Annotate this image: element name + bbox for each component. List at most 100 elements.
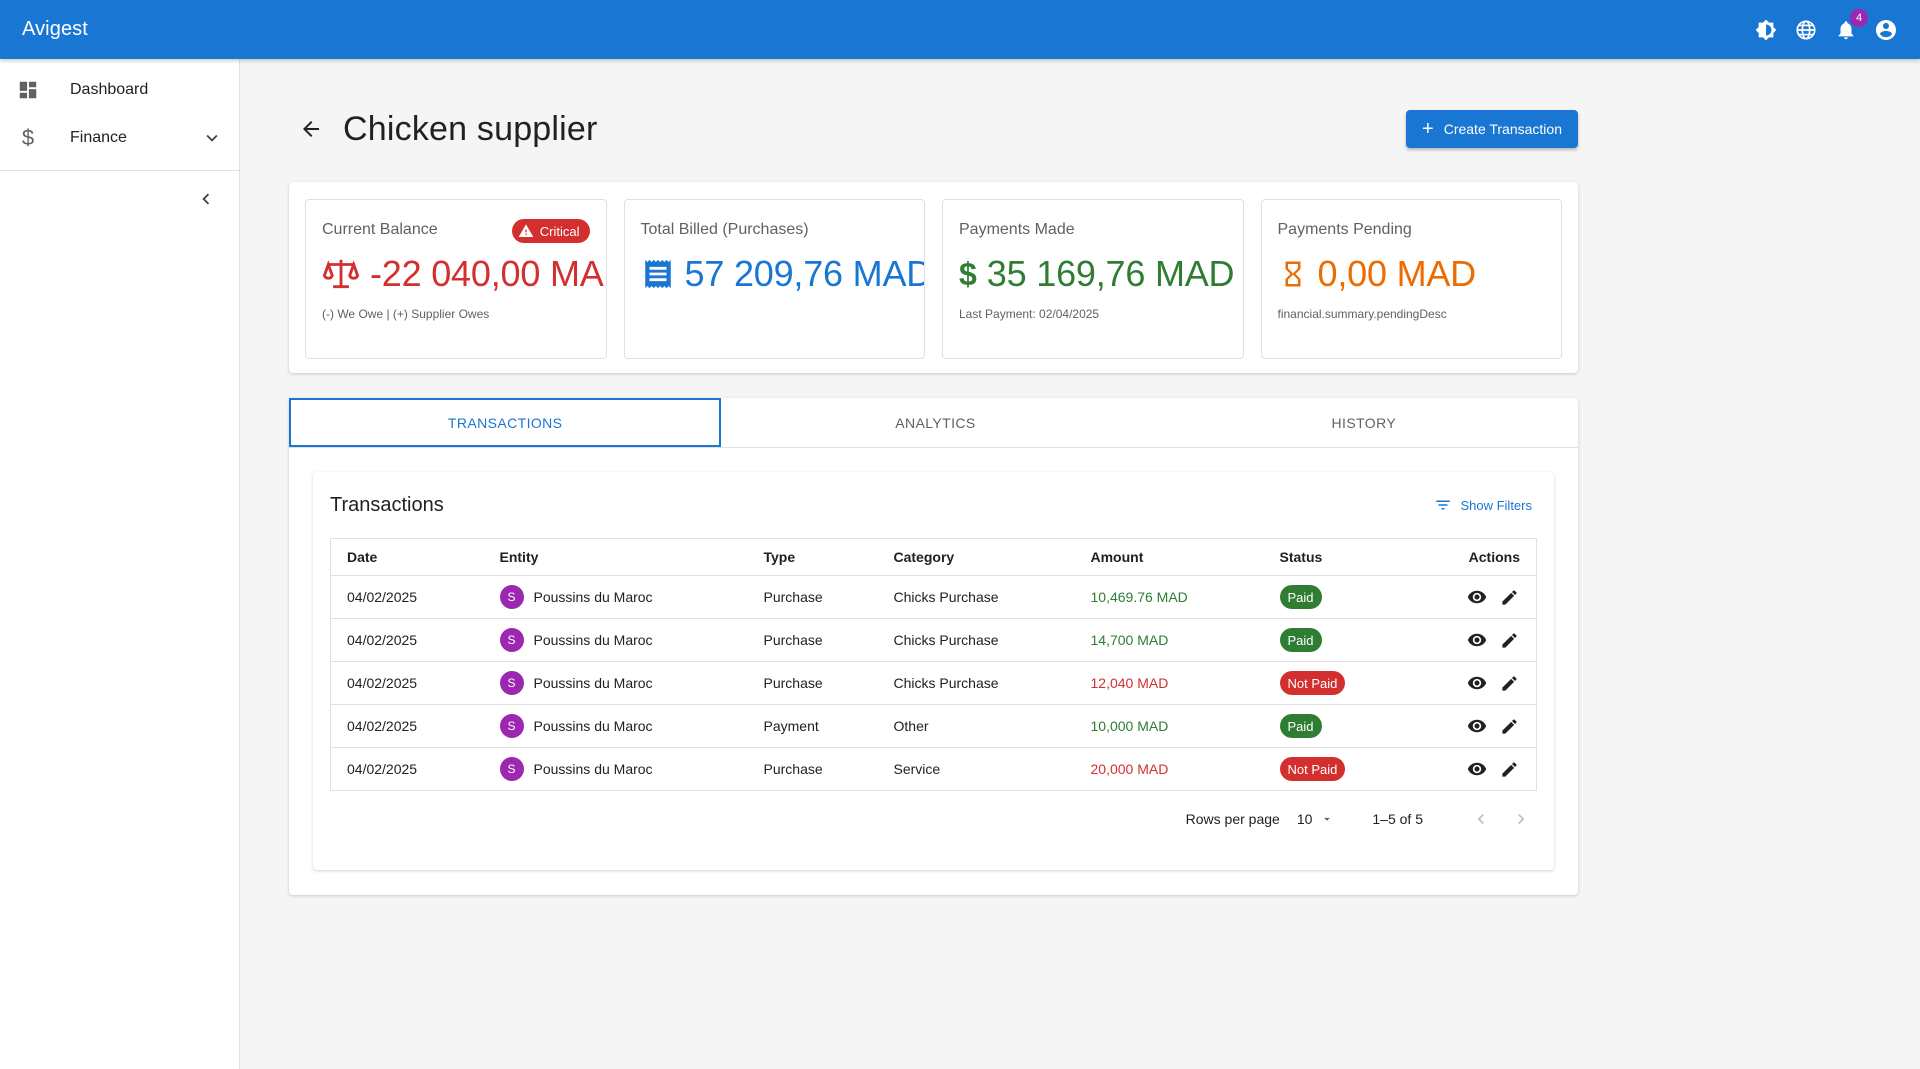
view-eye-icon[interactable]: [1466, 586, 1488, 608]
page-title: Chicken supplier: [343, 109, 598, 148]
payments-pending-card: Payments Pending 0,00 MAD financial.summ…: [1260, 199, 1562, 359]
balance-legend: (-) We Owe | (+) Supplier Owes: [322, 307, 490, 321]
cell-status: Paid: [1263, 704, 1404, 748]
edit-pencil-icon[interactable]: [1498, 715, 1520, 737]
cell-actions: [1403, 704, 1537, 748]
brightness-icon[interactable]: [1754, 18, 1778, 42]
tabs-panel: TRANSACTIONS ANALYTICS HISTORY Transacti…: [289, 398, 1578, 895]
back-arrow-icon[interactable]: [293, 111, 329, 147]
status-badge: Paid: [1279, 585, 1322, 609]
entity-name: Poussins du Maroc: [533, 632, 653, 648]
view-eye-icon[interactable]: [1466, 629, 1488, 651]
status-badge: Paid: [1279, 628, 1322, 652]
entity-name: Poussins du Maroc: [533, 675, 653, 691]
table-row[interactable]: 04/02/2025 S Poussins du Maroc Purchase C…: [330, 575, 1537, 619]
chevron-down-icon[interactable]: [201, 127, 223, 149]
table-row[interactable]: 04/02/2025 S Poussins du Maroc Payment Ot…: [330, 704, 1537, 748]
rows-per-page-select[interactable]: 10: [1297, 811, 1335, 827]
avatar: S: [499, 757, 524, 781]
avatar: S: [499, 585, 524, 609]
table-header-row: Date Entity Type Category Amount Status …: [330, 538, 1537, 576]
column-header-date[interactable]: Date: [330, 538, 484, 576]
tab-history[interactable]: HISTORY: [1150, 398, 1578, 447]
language-globe-icon[interactable]: [1794, 18, 1818, 42]
critical-label: Critical: [539, 223, 580, 239]
cell-entity: S Poussins du Maroc: [483, 618, 748, 662]
tab-transactions[interactable]: TRANSACTIONS: [289, 398, 722, 447]
sidebar-item-finance[interactable]: $ Finance: [0, 114, 239, 162]
dollar-icon: $: [21, 125, 35, 150]
collapse-sidebar-button[interactable]: [0, 171, 239, 227]
card-value-row: $ 35 169,76 MAD: [959, 253, 1235, 295]
edit-pencil-icon[interactable]: [1498, 629, 1520, 651]
cell-actions: [1403, 661, 1537, 705]
table-row[interactable]: 04/02/2025 S Poussins du Maroc Purchase C…: [330, 618, 1537, 662]
page-header: Chicken supplier + Create Transaction: [289, 109, 1578, 148]
next-page-icon[interactable]: [1505, 803, 1537, 835]
column-header-category[interactable]: Category: [877, 538, 1075, 576]
dropdown-arrow-icon: [1320, 812, 1334, 826]
cell-status: Not Paid: [1263, 661, 1404, 705]
cell-entity: S Poussins du Maroc: [483, 575, 748, 619]
payments-made-card: Payments Made $ 35 169,76 MAD Last Payme…: [942, 199, 1244, 359]
cell-amount: 10,000 MAD: [1074, 704, 1264, 748]
column-header-amount[interactable]: Amount: [1074, 538, 1264, 576]
transactions-table: Date Entity Type Category Amount Status …: [330, 538, 1537, 791]
tab-analytics[interactable]: ANALYTICS: [721, 398, 1149, 447]
total-billed-card: Total Billed (Purchases) 57 209,76 MAD: [623, 199, 925, 359]
sidebar-item-dashboard[interactable]: Dashboard: [0, 66, 239, 114]
notifications-bell-icon[interactable]: 4: [1834, 8, 1868, 42]
card-value-row: 57 209,76 MAD: [641, 253, 924, 295]
status-badge: Not Paid: [1279, 671, 1346, 695]
cell-type: Purchase: [747, 618, 878, 662]
edit-pencil-icon[interactable]: [1498, 758, 1520, 780]
cell-type: Purchase: [747, 747, 878, 791]
edit-pencil-icon[interactable]: [1498, 672, 1520, 694]
status-badge: Not Paid: [1279, 757, 1346, 781]
cell-status: Paid: [1263, 575, 1404, 619]
column-header-type[interactable]: Type: [747, 538, 878, 576]
hourglass-icon: [1278, 256, 1308, 292]
rows-per-page-label: Rows per page: [1185, 811, 1280, 827]
receipt-icon: [641, 256, 675, 292]
view-eye-icon[interactable]: [1466, 672, 1488, 694]
column-header-status[interactable]: Status: [1263, 538, 1404, 576]
avatar: S: [499, 628, 524, 652]
table-row[interactable]: 04/02/2025 S Poussins du Maroc Purchase C…: [330, 661, 1537, 705]
view-eye-icon[interactable]: [1466, 715, 1488, 737]
cell-status: Paid: [1263, 618, 1404, 662]
plus-icon: +: [1422, 118, 1434, 140]
previous-page-icon[interactable]: [1465, 803, 1497, 835]
cell-entity: S Poussins du Maroc: [483, 704, 748, 748]
dollar-icon: $: [959, 255, 977, 292]
edit-pencil-icon[interactable]: [1498, 586, 1520, 608]
cell-entity: S Poussins du Maroc: [483, 661, 748, 705]
card-title: Payments Made: [959, 221, 1075, 238]
cell-date: 04/02/2025: [330, 618, 484, 662]
view-eye-icon[interactable]: [1466, 758, 1488, 780]
card-value-row: 0,00 MAD: [1278, 253, 1546, 295]
card-value-row: -22 040,00 MAD: [322, 253, 606, 295]
cell-category: Chicks Purchase: [877, 618, 1075, 662]
cell-actions: [1403, 575, 1537, 619]
warning-icon: [518, 223, 534, 239]
pending-note: financial.summary.pendingDesc: [1277, 307, 1447, 321]
column-header-entity[interactable]: Entity: [483, 538, 748, 576]
transactions-title: Transactions: [330, 493, 444, 516]
create-transaction-label: Create Transaction: [1443, 121, 1562, 137]
notification-badge: 4: [1850, 8, 1868, 27]
sidebar-item-label: Dashboard: [70, 81, 149, 98]
cell-type: Purchase: [747, 661, 878, 705]
show-filters-button[interactable]: Show Filters: [1434, 496, 1532, 514]
current-balance-value: -22 040,00 MAD: [370, 253, 607, 294]
cell-category: Other: [877, 704, 1075, 748]
transactions-panel: Transactions Show Filters Date Entity Ty…: [313, 472, 1554, 870]
app-brand[interactable]: Avigest: [22, 18, 88, 41]
critical-badge: Critical: [511, 219, 590, 243]
total-billed-value: 57 209,76 MAD: [684, 253, 925, 294]
show-filters-label: Show Filters: [1460, 497, 1532, 513]
account-circle-icon[interactable]: [1874, 18, 1898, 42]
table-row[interactable]: 04/02/2025 S Poussins du Maroc Purchase S…: [330, 747, 1537, 791]
create-transaction-button[interactable]: + Create Transaction: [1406, 110, 1578, 148]
cell-type: Payment: [747, 704, 878, 748]
